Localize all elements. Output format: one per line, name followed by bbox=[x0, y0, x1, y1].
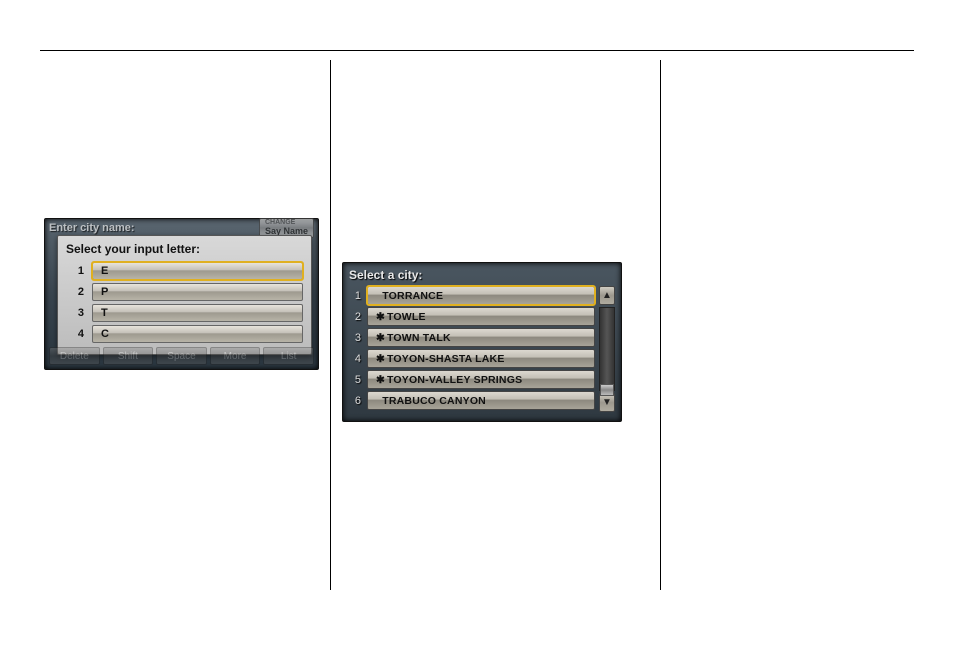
more-button[interactable]: More bbox=[210, 347, 261, 365]
city-name: TOWN TALK bbox=[387, 332, 451, 344]
city-option[interactable]: TORRANCE bbox=[367, 286, 595, 305]
column-divider bbox=[330, 60, 331, 590]
scroll-track[interactable] bbox=[599, 307, 615, 391]
chevron-down-icon: ▼ bbox=[602, 397, 612, 408]
scroll-up-button[interactable]: ▲ bbox=[599, 286, 615, 305]
letter-option-c[interactable]: C bbox=[92, 325, 303, 343]
city-name: TRABUCO CANYON bbox=[382, 395, 486, 407]
city-name: TOYON-SHASTA LAKE bbox=[387, 353, 505, 365]
letter-row: 4C bbox=[66, 325, 303, 343]
letter-option-p[interactable]: P bbox=[92, 283, 303, 301]
city-name: TOWLE bbox=[387, 311, 426, 323]
delete-button[interactable]: Delete bbox=[49, 347, 100, 365]
header-title: Enter city name: bbox=[49, 222, 135, 234]
city-number: 1 bbox=[349, 290, 361, 302]
city-number: 4 bbox=[349, 353, 361, 365]
city-option[interactable]: ✱TOWLE bbox=[367, 307, 595, 326]
city-number: 5 bbox=[349, 374, 361, 386]
city-number: 3 bbox=[349, 332, 361, 344]
city-option[interactable]: ✱TOWN TALK bbox=[367, 328, 595, 347]
star-icon: ✱ bbox=[376, 332, 385, 344]
letter-row: 2P bbox=[66, 283, 303, 301]
scroll-thumb[interactable] bbox=[600, 384, 614, 396]
scrollbar: ▲ ▼ bbox=[599, 286, 615, 412]
city-row: 1 TORRANCE bbox=[349, 286, 595, 305]
space-button[interactable]: Space bbox=[156, 347, 207, 365]
letter-popup: Select your input letter: 1E2P3T4C bbox=[57, 235, 312, 355]
letter-option-t[interactable]: T bbox=[92, 304, 303, 322]
chevron-up-icon: ▲ bbox=[602, 290, 612, 301]
city-row: 2 ✱TOWLE bbox=[349, 307, 595, 326]
city-option[interactable]: ✱TOYON-VALLEY SPRINGS bbox=[367, 370, 595, 389]
city-number: 2 bbox=[349, 311, 361, 323]
list-button[interactable]: List bbox=[263, 347, 314, 365]
letter-row: 1E bbox=[66, 262, 303, 280]
panel-title: Select a city: bbox=[349, 268, 615, 282]
city-row: 5 ✱TOYON-VALLEY SPRINGS bbox=[349, 370, 595, 389]
city-row: 3 ✱TOWN TALK bbox=[349, 328, 595, 347]
input-letter-panel: Enter city name: CHANGE Say Name Select … bbox=[44, 218, 319, 370]
city-option[interactable]: TRABUCO CANYON bbox=[367, 391, 595, 410]
select-city-panel: Select a city: 1 TORRANCE2✱TOWLE3✱TOWN T… bbox=[342, 262, 622, 422]
keyboard-bottom-row: DeleteShiftSpaceMoreList bbox=[49, 347, 314, 365]
city-row: 4 ✱TOYON-SHASTA LAKE bbox=[349, 349, 595, 368]
city-name: TOYON-VALLEY SPRINGS bbox=[387, 374, 522, 386]
city-name: TORRANCE bbox=[382, 290, 443, 302]
popup-title: Select your input letter: bbox=[66, 242, 303, 256]
letter-number: 4 bbox=[66, 328, 84, 340]
star-icon: ✱ bbox=[376, 311, 385, 323]
star-icon: ✱ bbox=[376, 353, 385, 365]
header-rule bbox=[40, 50, 914, 51]
city-option[interactable]: ✱TOYON-SHASTA LAKE bbox=[367, 349, 595, 368]
letter-number: 3 bbox=[66, 307, 84, 319]
star-icon: ✱ bbox=[376, 374, 385, 386]
city-row: 6 TRABUCO CANYON bbox=[349, 391, 595, 410]
column-divider bbox=[660, 60, 661, 590]
letter-number: 1 bbox=[66, 265, 84, 277]
city-number: 6 bbox=[349, 395, 361, 407]
letter-option-e[interactable]: E bbox=[92, 262, 303, 280]
letter-number: 2 bbox=[66, 286, 84, 298]
city-list-container: 1 TORRANCE2✱TOWLE3✱TOWN TALK4✱TOYON-SHAS… bbox=[349, 286, 615, 412]
shift-button[interactable]: Shift bbox=[103, 347, 154, 365]
letter-row: 3T bbox=[66, 304, 303, 322]
